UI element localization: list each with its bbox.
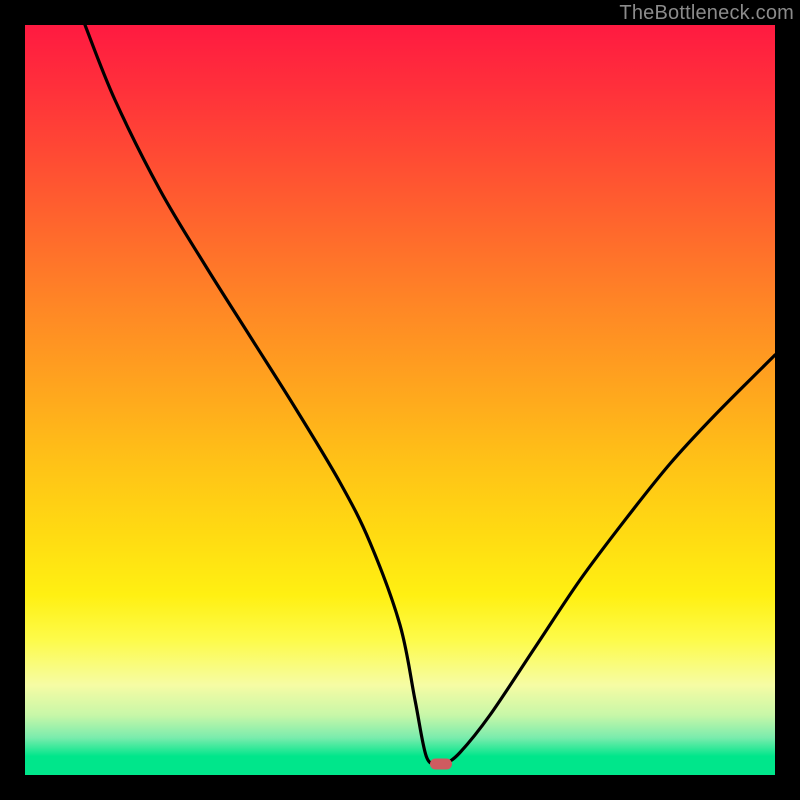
bottleneck-curve bbox=[25, 25, 775, 775]
optimal-point-marker bbox=[430, 758, 452, 769]
chart-frame: TheBottleneck.com bbox=[0, 0, 800, 800]
curve-line bbox=[85, 25, 775, 765]
plot-area bbox=[25, 25, 775, 775]
watermark: TheBottleneck.com bbox=[619, 2, 794, 25]
